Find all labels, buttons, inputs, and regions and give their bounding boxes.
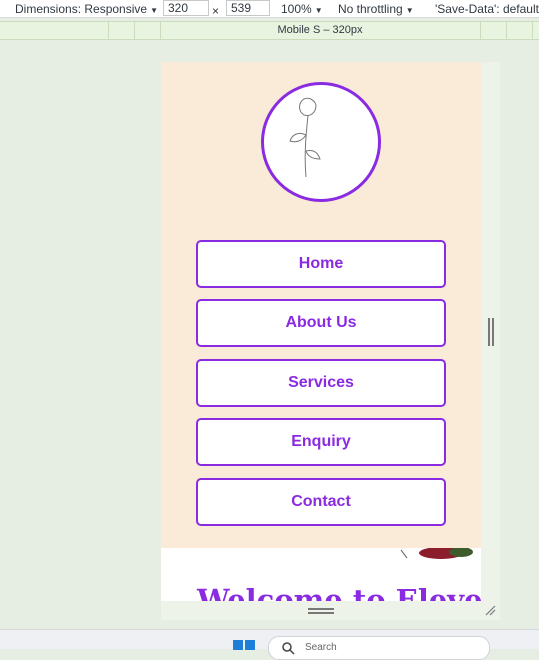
nav-services-button[interactable]: Services xyxy=(196,359,446,407)
emulated-viewport: Home About Us Services Enquiry Contact W… xyxy=(161,62,481,601)
windows-icon[interactable] xyxy=(233,640,255,650)
resize-handle-bottom[interactable] xyxy=(308,608,334,614)
device-toolbar: Dimensions: Responsive ▼ 320 × 539 100% ▼ … xyxy=(0,0,539,18)
ruler-segment[interactable] xyxy=(506,22,533,39)
flower-image xyxy=(400,548,473,559)
ruler-segment[interactable] xyxy=(134,22,161,39)
site-logo[interactable] xyxy=(261,82,381,202)
dimensions-label: Dimensions: Responsive xyxy=(15,2,148,16)
width-input[interactable]: 320 xyxy=(163,0,209,16)
times-separator: × xyxy=(212,4,220,18)
nav-enquiry-button[interactable]: Enquiry xyxy=(196,418,446,466)
chevron-down-icon: ▼ xyxy=(405,6,414,15)
save-data-dropdown[interactable]: 'Save-Data': default xyxy=(435,2,539,16)
media-query-ruler: Mobile S – 320px xyxy=(0,21,539,40)
nav-contact-button[interactable]: Contact xyxy=(196,478,446,526)
rose-icon xyxy=(289,97,321,178)
zoom-label: 100% xyxy=(281,2,312,16)
height-input[interactable]: 539 xyxy=(226,0,270,16)
ruler-segment[interactable] xyxy=(480,22,507,39)
device-preset-label: Mobile S – 320px xyxy=(277,24,363,36)
welcome-heading: Welcome to Eleve xyxy=(197,583,481,601)
taskbar: Search xyxy=(0,629,539,660)
zoom-dropdown[interactable]: 100% ▼ xyxy=(281,2,323,18)
chevron-down-icon: ▼ xyxy=(150,6,158,15)
ruler-segment[interactable] xyxy=(0,22,109,39)
nav-home-button[interactable]: Home xyxy=(196,240,446,288)
resize-corner-icon[interactable] xyxy=(484,604,496,616)
taskbar-search-input[interactable]: Search xyxy=(268,636,490,660)
throttling-dropdown[interactable]: No throttling ▼ xyxy=(338,2,414,18)
throttling-label: No throttling xyxy=(338,2,403,16)
dimensions-dropdown[interactable]: Dimensions: Responsive ▼ xyxy=(15,2,158,18)
ruler-segment[interactable] xyxy=(108,22,135,39)
resize-handle-right[interactable] xyxy=(488,318,494,346)
chevron-down-icon: ▼ xyxy=(314,6,323,15)
search-icon xyxy=(282,642,295,655)
nav-about-button[interactable]: About Us xyxy=(196,299,446,347)
